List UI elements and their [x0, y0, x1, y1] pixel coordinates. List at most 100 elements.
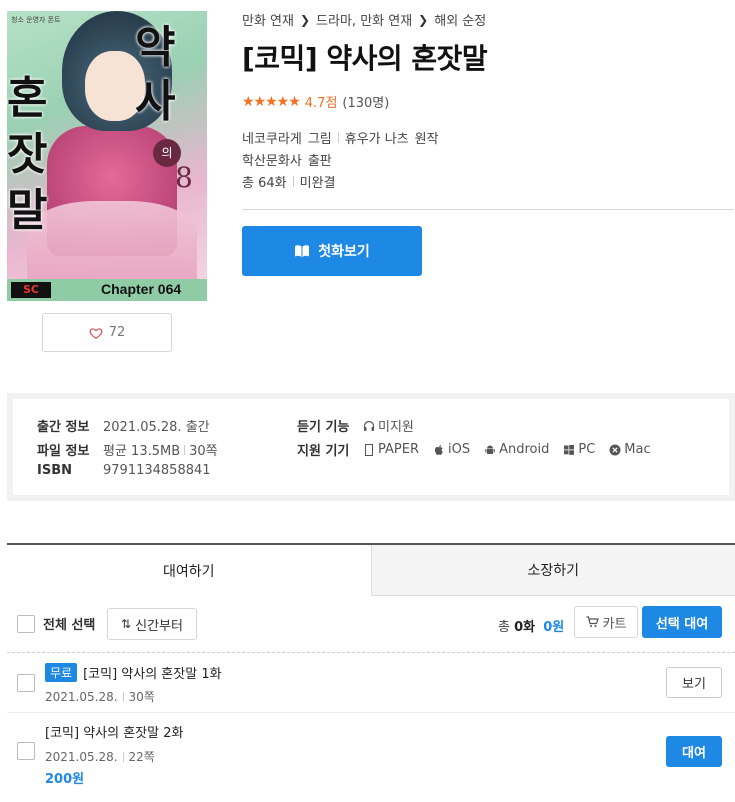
illustrator-name[interactable]: 네코쿠라게 — [242, 128, 302, 147]
release-label: 출간 정보 — [37, 420, 90, 435]
listen-value: 미지원 — [378, 420, 414, 435]
cover-title-left: 혼잣말 — [7, 73, 48, 236]
divider — [184, 444, 186, 455]
first-episode-label: 첫화보기 — [318, 244, 370, 260]
file-info: 파일 정보 평균 13.5MB 30쪽 — [37, 440, 218, 459]
divider — [337, 132, 339, 143]
tab-own[interactable]: 소장하기 — [370, 545, 735, 596]
device-mac: Mac — [609, 442, 651, 457]
sort-label: 신간부터 — [135, 618, 183, 634]
episode-pages: 22쪽 — [128, 750, 155, 764]
device-pc-label: PC — [578, 442, 596, 457]
episode-row: [코믹] 약사의 혼잣말 2화 2021.05.28. 22쪽 200원 대여 — [7, 718, 735, 788]
breadcrumb-item[interactable]: 드라마, 만화 연재 — [316, 10, 412, 29]
cover-tag: 청소 운영자 폰트 — [11, 16, 61, 24]
file-pages: 30쪽 — [189, 444, 218, 459]
device-paper: PAPER — [363, 442, 419, 457]
total-count: 0화 — [514, 620, 536, 635]
mac-icon — [609, 444, 621, 455]
cart-icon — [586, 616, 599, 627]
chevron-right-icon: ❯ — [299, 12, 311, 27]
like-button[interactable]: 72 — [42, 313, 172, 352]
select-all[interactable]: 전체 선택 — [17, 614, 95, 633]
breadcrumb-item[interactable]: 만화 연재 — [242, 10, 294, 29]
device-mac-label: Mac — [624, 442, 651, 457]
view-button[interactable]: 보기 — [666, 667, 722, 698]
breadcrumb: 만화 연재 ❯ 드라마, 만화 연재 ❯ 해외 순정 — [242, 10, 486, 30]
divider — [122, 691, 124, 702]
device-ios-label: iOS — [448, 442, 471, 457]
windows-icon — [564, 444, 575, 455]
illustrator-role: 그림 — [307, 132, 332, 147]
release-info: 출간 정보 2021.05.28. 출간 — [37, 416, 210, 435]
cart-button[interactable]: 카트 — [574, 606, 638, 638]
file-label: 파일 정보 — [37, 444, 90, 459]
sort-button[interactable]: ⇅ 신간부터 — [107, 608, 197, 640]
total-price: 0원 — [543, 620, 565, 635]
device-label: 지원 기기 — [297, 444, 350, 459]
purchase-tabs: 대여하기 소장하기 — [7, 543, 735, 596]
listen-info: 듣기 기능 미지원 — [297, 416, 420, 435]
device-info: 지원 기기 PAPER iOS Android PC Mac — [297, 440, 657, 459]
paper-device-icon — [365, 443, 373, 456]
episode-date: 2021.05.28. — [45, 749, 118, 764]
selection-total: 총 0화 0원 — [498, 616, 564, 635]
episode-row: 무료 [코믹] 약사의 혼잣말 1화 2021.05.28. 30쪽 보기 — [7, 660, 735, 712]
publisher-logo: SC — [11, 282, 51, 298]
rating-score: 4.7점 — [304, 96, 338, 111]
total-prefix: 총 — [498, 620, 510, 635]
row-divider — [7, 712, 735, 713]
episode-title-wrap: 무료 [코믹] 약사의 혼잣말 1화 — [45, 663, 222, 682]
episode-price: 200원 — [45, 772, 85, 787]
writer-name[interactable]: 휴우가 나츠 — [345, 128, 409, 147]
episode-title-wrap: [코믹] 약사의 혼잣말 2화 — [45, 722, 183, 741]
free-badge: 무료 — [45, 663, 78, 682]
episode-status: 미완결 — [299, 176, 336, 191]
rent-selected-button[interactable]: 선택 대여 — [642, 606, 722, 638]
rent-button[interactable]: 대여 — [666, 736, 722, 767]
rating-count: (130명) — [342, 96, 390, 111]
episode-meta: 2021.05.28. 22쪽 — [45, 748, 155, 765]
sort-arrows-icon: ⇅ — [121, 617, 132, 631]
device-android: Android — [484, 442, 549, 457]
divider — [122, 751, 124, 762]
tab-rent[interactable]: 대여하기 — [7, 545, 371, 596]
episode-date: 2021.05.28. — [45, 689, 118, 704]
select-all-label: 전체 선택 — [43, 618, 96, 633]
cover-title-right: 약사 — [135, 22, 176, 127]
episode-title[interactable]: [코믹] 약사의 혼잣말 2화 — [45, 722, 183, 741]
listen-value-wrap: 미지원 — [363, 416, 414, 435]
section-divider — [242, 209, 734, 210]
list-divider — [7, 652, 735, 653]
episode-total: 총 64화 — [242, 176, 287, 191]
episode-checkbox[interactable] — [17, 742, 35, 760]
first-episode-button[interactable]: 첫화보기 — [242, 226, 422, 276]
author-line: 네코쿠라게 그림 휴우가 나츠 원작 — [242, 128, 439, 147]
book-cover[interactable]: 청소 운영자 폰트 혼잣말 약사 의 8 SC Chapter 064 — [7, 11, 207, 301]
cover-volume: 8 — [175, 161, 193, 194]
episode-pages: 30쪽 — [128, 690, 155, 704]
isbn-label: ISBN — [37, 463, 72, 478]
isbn-value: 9791134858841 — [103, 463, 211, 478]
episode-checkbox[interactable] — [17, 674, 35, 692]
listen-label: 듣기 기능 — [297, 420, 350, 435]
publisher-line: 학산문화사 출판 — [242, 150, 332, 169]
rating-stars-icon: ★★★★★ — [242, 93, 301, 110]
breadcrumb-item[interactable]: 해외 순정 — [434, 10, 486, 29]
episode-summary: 총 64화 미완결 — [242, 172, 336, 191]
episode-title[interactable]: [코믹] 약사의 혼잣말 1화 — [83, 663, 221, 682]
page-title: [코믹] 약사의 혼잣말 — [242, 42, 488, 75]
book-open-icon — [295, 245, 310, 257]
like-count: 72 — [108, 325, 126, 340]
device-ios: iOS — [433, 442, 470, 457]
episode-meta: 2021.05.28. 30쪽 — [45, 688, 155, 705]
file-size: 평균 13.5MB — [103, 444, 181, 459]
select-all-checkbox[interactable] — [17, 614, 35, 633]
publisher-name[interactable]: 학산문화사 — [242, 150, 302, 169]
writer-role: 원작 — [414, 132, 439, 147]
device-android-label: Android — [499, 442, 550, 457]
isbn-info: ISBN 9791134858841 — [37, 463, 211, 478]
release-value: 2021.05.28. 출간 — [103, 420, 210, 435]
device-pc: PC — [563, 442, 595, 457]
cover-chapter: Chapter 064 — [101, 281, 182, 297]
